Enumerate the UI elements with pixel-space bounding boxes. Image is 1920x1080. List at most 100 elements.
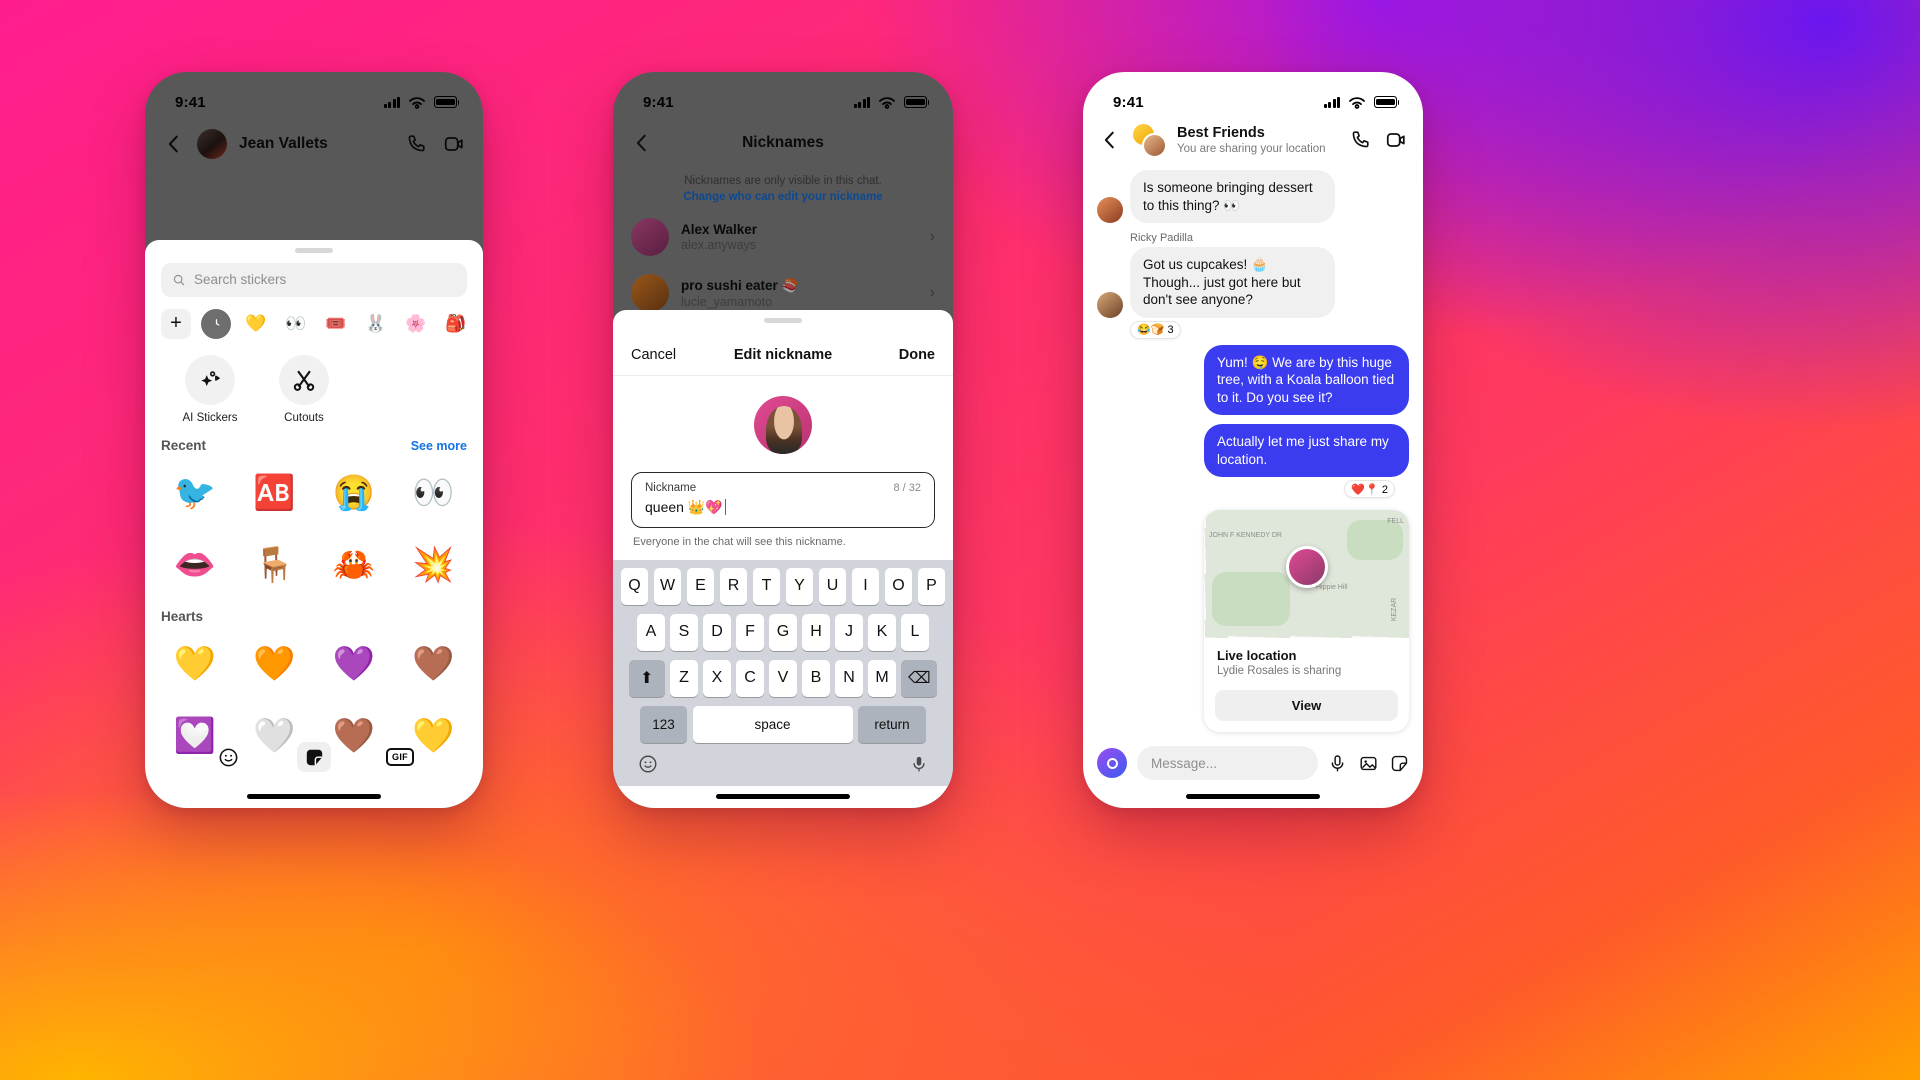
cutouts-shortcut[interactable]: Cutouts — [271, 354, 337, 424]
key-z[interactable]: Z — [670, 659, 698, 697]
key-m[interactable]: M — [868, 659, 896, 697]
key-n[interactable]: N — [835, 659, 863, 697]
message-bubble-outgoing[interactable]: Yum! 🤤 We are by this huge tree, with a … — [1204, 344, 1409, 416]
hearts-title: Hearts — [161, 608, 204, 624]
heart-face-pack-button[interactable]: 💛 — [241, 309, 271, 339]
sticker-item[interactable]: 🆎 — [235, 457, 315, 529]
key-r[interactable]: R — [719, 567, 748, 605]
status-time: 9:41 — [1113, 93, 1144, 111]
sticker-icon[interactable] — [1390, 754, 1409, 773]
keyboard-row-4: 123 space return — [616, 705, 950, 743]
sticker-item[interactable]: 🐦 — [155, 457, 235, 529]
text-pack-button[interactable]: 🎟️ — [321, 309, 351, 339]
message-bubble-incoming[interactable]: Got us cupcakes! 🧁 Though... just got he… — [1130, 247, 1335, 318]
avatar — [1097, 197, 1123, 224]
live-location-card[interactable]: JOHN F KENNEDY DR Hippie Hill FELL KEZAR… — [1204, 510, 1409, 733]
recent-pack-button[interactable] — [201, 308, 231, 339]
key-c[interactable]: C — [736, 659, 764, 697]
key-u[interactable]: U — [818, 567, 847, 605]
return-key[interactable]: return — [858, 705, 926, 743]
modal-grabber[interactable] — [764, 318, 802, 323]
chat-header: Best Friends You are sharing your locati… — [1083, 120, 1423, 166]
key-o[interactable]: O — [884, 567, 913, 605]
location-pin-avatar — [1285, 545, 1328, 588]
map-park-area — [1212, 572, 1290, 627]
group-avatar[interactable] — [1131, 122, 1167, 158]
search-stickers-input[interactable]: Search stickers — [161, 262, 467, 297]
eyes-pack-button[interactable]: 👀 — [281, 309, 311, 339]
message-reactions[interactable]: ❤️📍 2 — [1344, 480, 1395, 499]
edit-nickname-modal: Cancel Edit nickname Done Nickname 8 / 3… — [613, 310, 953, 808]
phone-icon[interactable] — [1349, 129, 1371, 151]
recent-section-header: Recent See more — [145, 432, 483, 455]
sheet-grabber[interactable] — [295, 248, 333, 253]
sticker-item[interactable]: 🦀 — [314, 529, 394, 601]
ai-stickers-shortcut[interactable]: AI Stickers — [177, 354, 243, 424]
sticker-item[interactable]: 👄 — [155, 529, 235, 601]
sticker-item[interactable]: 💜 — [314, 628, 394, 700]
key-v[interactable]: V — [769, 659, 797, 697]
tab-gif[interactable]: GIF — [383, 742, 417, 772]
key-f[interactable]: F — [736, 613, 764, 651]
composer-icons — [1328, 754, 1409, 773]
emoji-face-icon — [219, 748, 237, 766]
key-j[interactable]: J — [835, 613, 863, 651]
tab-stickers[interactable] — [297, 742, 331, 772]
chevron-left-icon[interactable] — [631, 132, 653, 154]
sticker-item[interactable]: 🧡 — [235, 628, 315, 700]
message-input[interactable]: Message... — [1137, 746, 1318, 780]
message-reactions[interactable]: 😂🍞 3 — [1130, 320, 1181, 339]
key-p[interactable]: P — [917, 567, 946, 605]
see-more-link[interactable]: See more — [411, 439, 467, 453]
emoji-face-icon[interactable] — [638, 754, 658, 774]
message-row: Is someone bringing dessert to this thin… — [1097, 170, 1409, 224]
sticker-item[interactable]: 😭 — [314, 457, 394, 529]
sticker-item[interactable]: 💥 — [394, 529, 474, 601]
key-l[interactable]: L — [901, 613, 929, 651]
key-q[interactable]: Q — [620, 567, 649, 605]
camera-button[interactable] — [1097, 748, 1127, 778]
nickname-input[interactable]: Nickname 8 / 32 queen 👑💖 — [631, 471, 935, 528]
sticker-item[interactable]: 🤎 — [394, 628, 474, 700]
map-preview[interactable]: JOHN F KENNEDY DR Hippie Hill FELL KEZAR — [1204, 510, 1409, 639]
modal-header: Cancel Edit nickname Done — [613, 333, 953, 376]
bunny-pack-button[interactable]: 🐰 — [361, 309, 391, 339]
key-g[interactable]: G — [769, 613, 797, 651]
message-bubble-incoming[interactable]: Is someone bringing dessert to this thin… — [1130, 170, 1335, 224]
key-b[interactable]: B — [802, 659, 830, 697]
key-e[interactable]: E — [686, 567, 715, 605]
backspace-key[interactable]: ⌫ — [901, 659, 938, 697]
keyboard-row-1: Q W E R T Y U I O P — [616, 567, 950, 605]
key-k[interactable]: K — [868, 613, 896, 651]
search-placeholder: Search stickers — [194, 272, 287, 287]
key-w[interactable]: W — [653, 567, 682, 605]
key-x[interactable]: X — [703, 659, 731, 697]
space-key[interactable]: space — [692, 705, 853, 743]
microphone-icon[interactable] — [1328, 754, 1347, 773]
key-t[interactable]: T — [752, 567, 781, 605]
key-i[interactable]: I — [851, 567, 880, 605]
flower-pack-button[interactable]: 🌸 — [401, 309, 431, 339]
recent-sticker-grid: 🐦 🆎 😭 👀 👄 🪑 🦀 💥 — [145, 455, 483, 603]
key-a[interactable]: A — [637, 613, 665, 651]
numeric-key[interactable]: 123 — [640, 705, 687, 743]
key-h[interactable]: H — [802, 613, 830, 651]
view-location-button[interactable]: View — [1215, 690, 1398, 722]
chevron-left-icon[interactable] — [1099, 129, 1121, 151]
key-s[interactable]: S — [670, 613, 698, 651]
hearts-section-header: Hearts — [145, 603, 483, 626]
message-bubble-outgoing[interactable]: Actually let me just share my location. — [1204, 424, 1409, 478]
key-y[interactable]: Y — [785, 567, 814, 605]
key-d[interactable]: D — [703, 613, 731, 651]
video-camera-icon[interactable] — [1385, 129, 1407, 151]
sticker-item[interactable]: 💛 — [155, 628, 235, 700]
microphone-icon[interactable] — [910, 755, 928, 773]
shift-key[interactable]: ⬆ — [628, 659, 665, 697]
image-icon[interactable] — [1359, 754, 1378, 773]
add-pack-button[interactable]: + — [161, 308, 191, 339]
bag-pack-button[interactable]: 🎒 — [441, 309, 471, 339]
sticker-item[interactable]: 🪑 — [235, 529, 315, 601]
tab-emoji[interactable] — [211, 742, 245, 772]
sticker-item[interactable]: 👀 — [394, 457, 474, 529]
showcase-stage: 9:41 Jean Vallets Search stickers + 💛 👀 … — [0, 0, 1920, 1080]
